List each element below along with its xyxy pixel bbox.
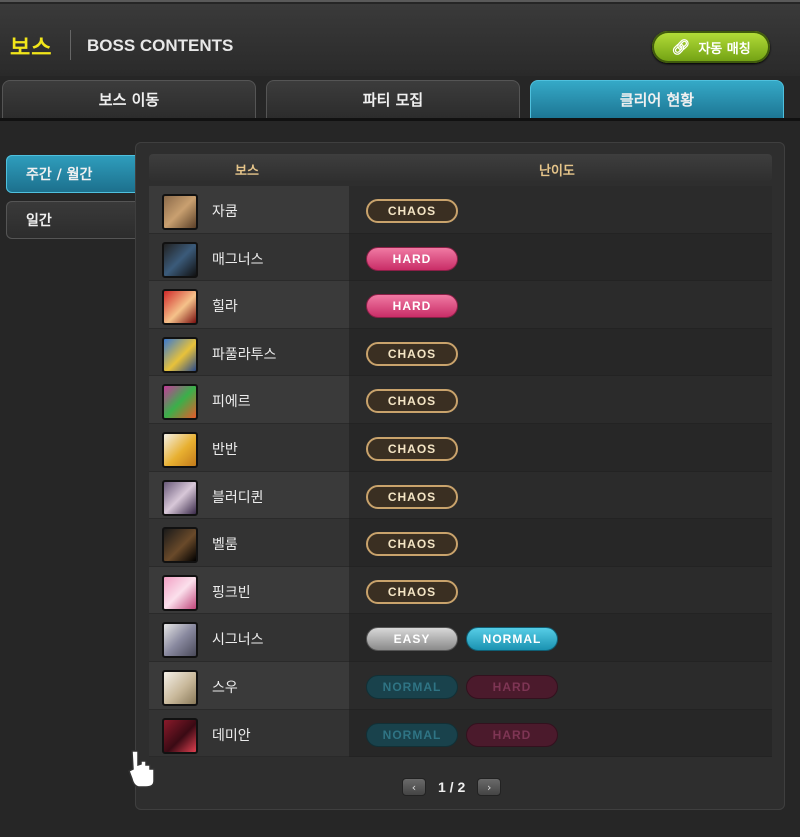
boss-avatar-magnus [162, 241, 198, 278]
table-row: 스우 NORMAL HARD [149, 661, 772, 710]
boss-name: 매그너스 [212, 251, 264, 268]
difficulty-badge: HARD [366, 294, 458, 319]
difficulty-badge: CHAOS [366, 389, 458, 414]
boss-avatar-hilla [162, 289, 198, 326]
boss-avatar-lotus [162, 669, 198, 706]
boss-name: 핑크빈 [212, 584, 251, 601]
prev-page-button[interactable]: ‹ [402, 778, 426, 796]
column-header-boss: 보스 [235, 164, 259, 179]
table-row: 매그너스 HARD [149, 233, 772, 282]
boss-name: 시그너스 [212, 632, 264, 649]
difficulty-badge: NORMAL [366, 722, 458, 747]
boss-avatar-papulatus [162, 336, 198, 373]
difficulty-badge: NORMAL [366, 674, 458, 699]
table-row: 힐라 HARD [149, 281, 772, 329]
page-indicator: 1 / 2 [438, 779, 466, 795]
table-row: 파풀라투스 CHAOS [149, 328, 772, 377]
table-row: 벨룸 CHAOS [149, 519, 772, 567]
boss-name: 스우 [212, 679, 238, 696]
boss-avatar-zakum [162, 194, 198, 230]
table-row: 자쿰 CHAOS [149, 186, 772, 234]
pagination: ‹ 1 / 2 › [402, 777, 502, 797]
difficulty-badge: CHAOS [366, 532, 458, 557]
boss-avatar-cygnus [162, 622, 198, 659]
difficulty-badge: NORMAL [466, 627, 558, 652]
difficulty-badge: HARD [466, 674, 558, 699]
tab-divider [0, 118, 800, 121]
tab-clear-status[interactable]: 클리어 현황 [530, 80, 784, 118]
table-row: 데미안 NORMAL HARD [149, 709, 772, 758]
boss-name: 자쿰 [212, 204, 238, 220]
table-row: 핑크빈 CHAOS [149, 566, 772, 615]
boss-avatar-pink-bean [162, 574, 198, 611]
link-icon: 🔗︎ [671, 38, 691, 56]
boss-name: 반반 [212, 441, 238, 458]
side-item-daily[interactable]: 일간 [6, 201, 138, 239]
difficulty-badge: CHAOS [366, 199, 458, 223]
difficulty-badge: HARD [366, 246, 458, 271]
difficulty-badge: CHAOS [366, 436, 458, 461]
boss-avatar-pierre [162, 384, 198, 421]
difficulty-badge: CHAOS [366, 484, 458, 509]
window-title: 보스 [10, 36, 53, 61]
boss-avatar-vellum [162, 527, 198, 564]
boss-avatar-vonbon [162, 431, 198, 468]
side-item-weekly-monthly[interactable]: 주간 / 월간 [6, 155, 138, 193]
boss-name: 피에르 [212, 394, 251, 411]
hand-cursor-icon [128, 750, 155, 788]
title-divider [70, 30, 71, 60]
boss-avatar-crimson-queen [162, 479, 198, 516]
table-row: 시그너스 EASY NORMAL [149, 614, 772, 662]
auto-match-label: 자동 매칭 [698, 41, 751, 57]
window-subtitle: BOSS CONTENTS [87, 36, 234, 55]
tab-party-recruit[interactable]: 파티 모집 [266, 80, 520, 118]
boss-avatar-damien [162, 717, 198, 754]
boss-table: 자쿰 CHAOS 매그너스 HARD 힐라 HARD 파풀라투스 CHAOS 피… [149, 186, 772, 758]
boss-name: 벨룸 [212, 537, 238, 554]
difficulty-badge: CHAOS [366, 579, 458, 604]
tab-bar: 보스 이동 파티 모집 클리어 현황 [0, 80, 800, 120]
tab-boss-move[interactable]: 보스 이동 [2, 80, 256, 118]
table-row: 피에르 CHAOS [149, 376, 772, 424]
next-page-button[interactable]: › [477, 778, 502, 796]
table-row: 블러디퀸 CHAOS [149, 471, 772, 520]
table-header: 보스 난이도 [149, 154, 772, 181]
boss-name: 파풀라투스 [212, 346, 277, 363]
boss-name: 블러디퀸 [212, 489, 264, 506]
difficulty-badge: CHAOS [366, 341, 458, 366]
boss-window: 보스 BOSS CONTENTS 🔗︎ 자동 매칭 보스 이동 파티 모집 클리… [0, 0, 800, 837]
header: 보스 BOSS CONTENTS 🔗︎ 자동 매칭 [0, 4, 800, 76]
boss-name: 데미안 [212, 727, 251, 744]
difficulty-badge: EASY [366, 627, 458, 652]
auto-match-button[interactable]: 🔗︎ 자동 매칭 [652, 31, 770, 63]
boss-name: 힐라 [212, 299, 238, 316]
table-row: 반반 CHAOS [149, 423, 772, 472]
difficulty-badge: HARD [466, 722, 558, 747]
column-header-difficulty: 난이도 [539, 164, 575, 179]
